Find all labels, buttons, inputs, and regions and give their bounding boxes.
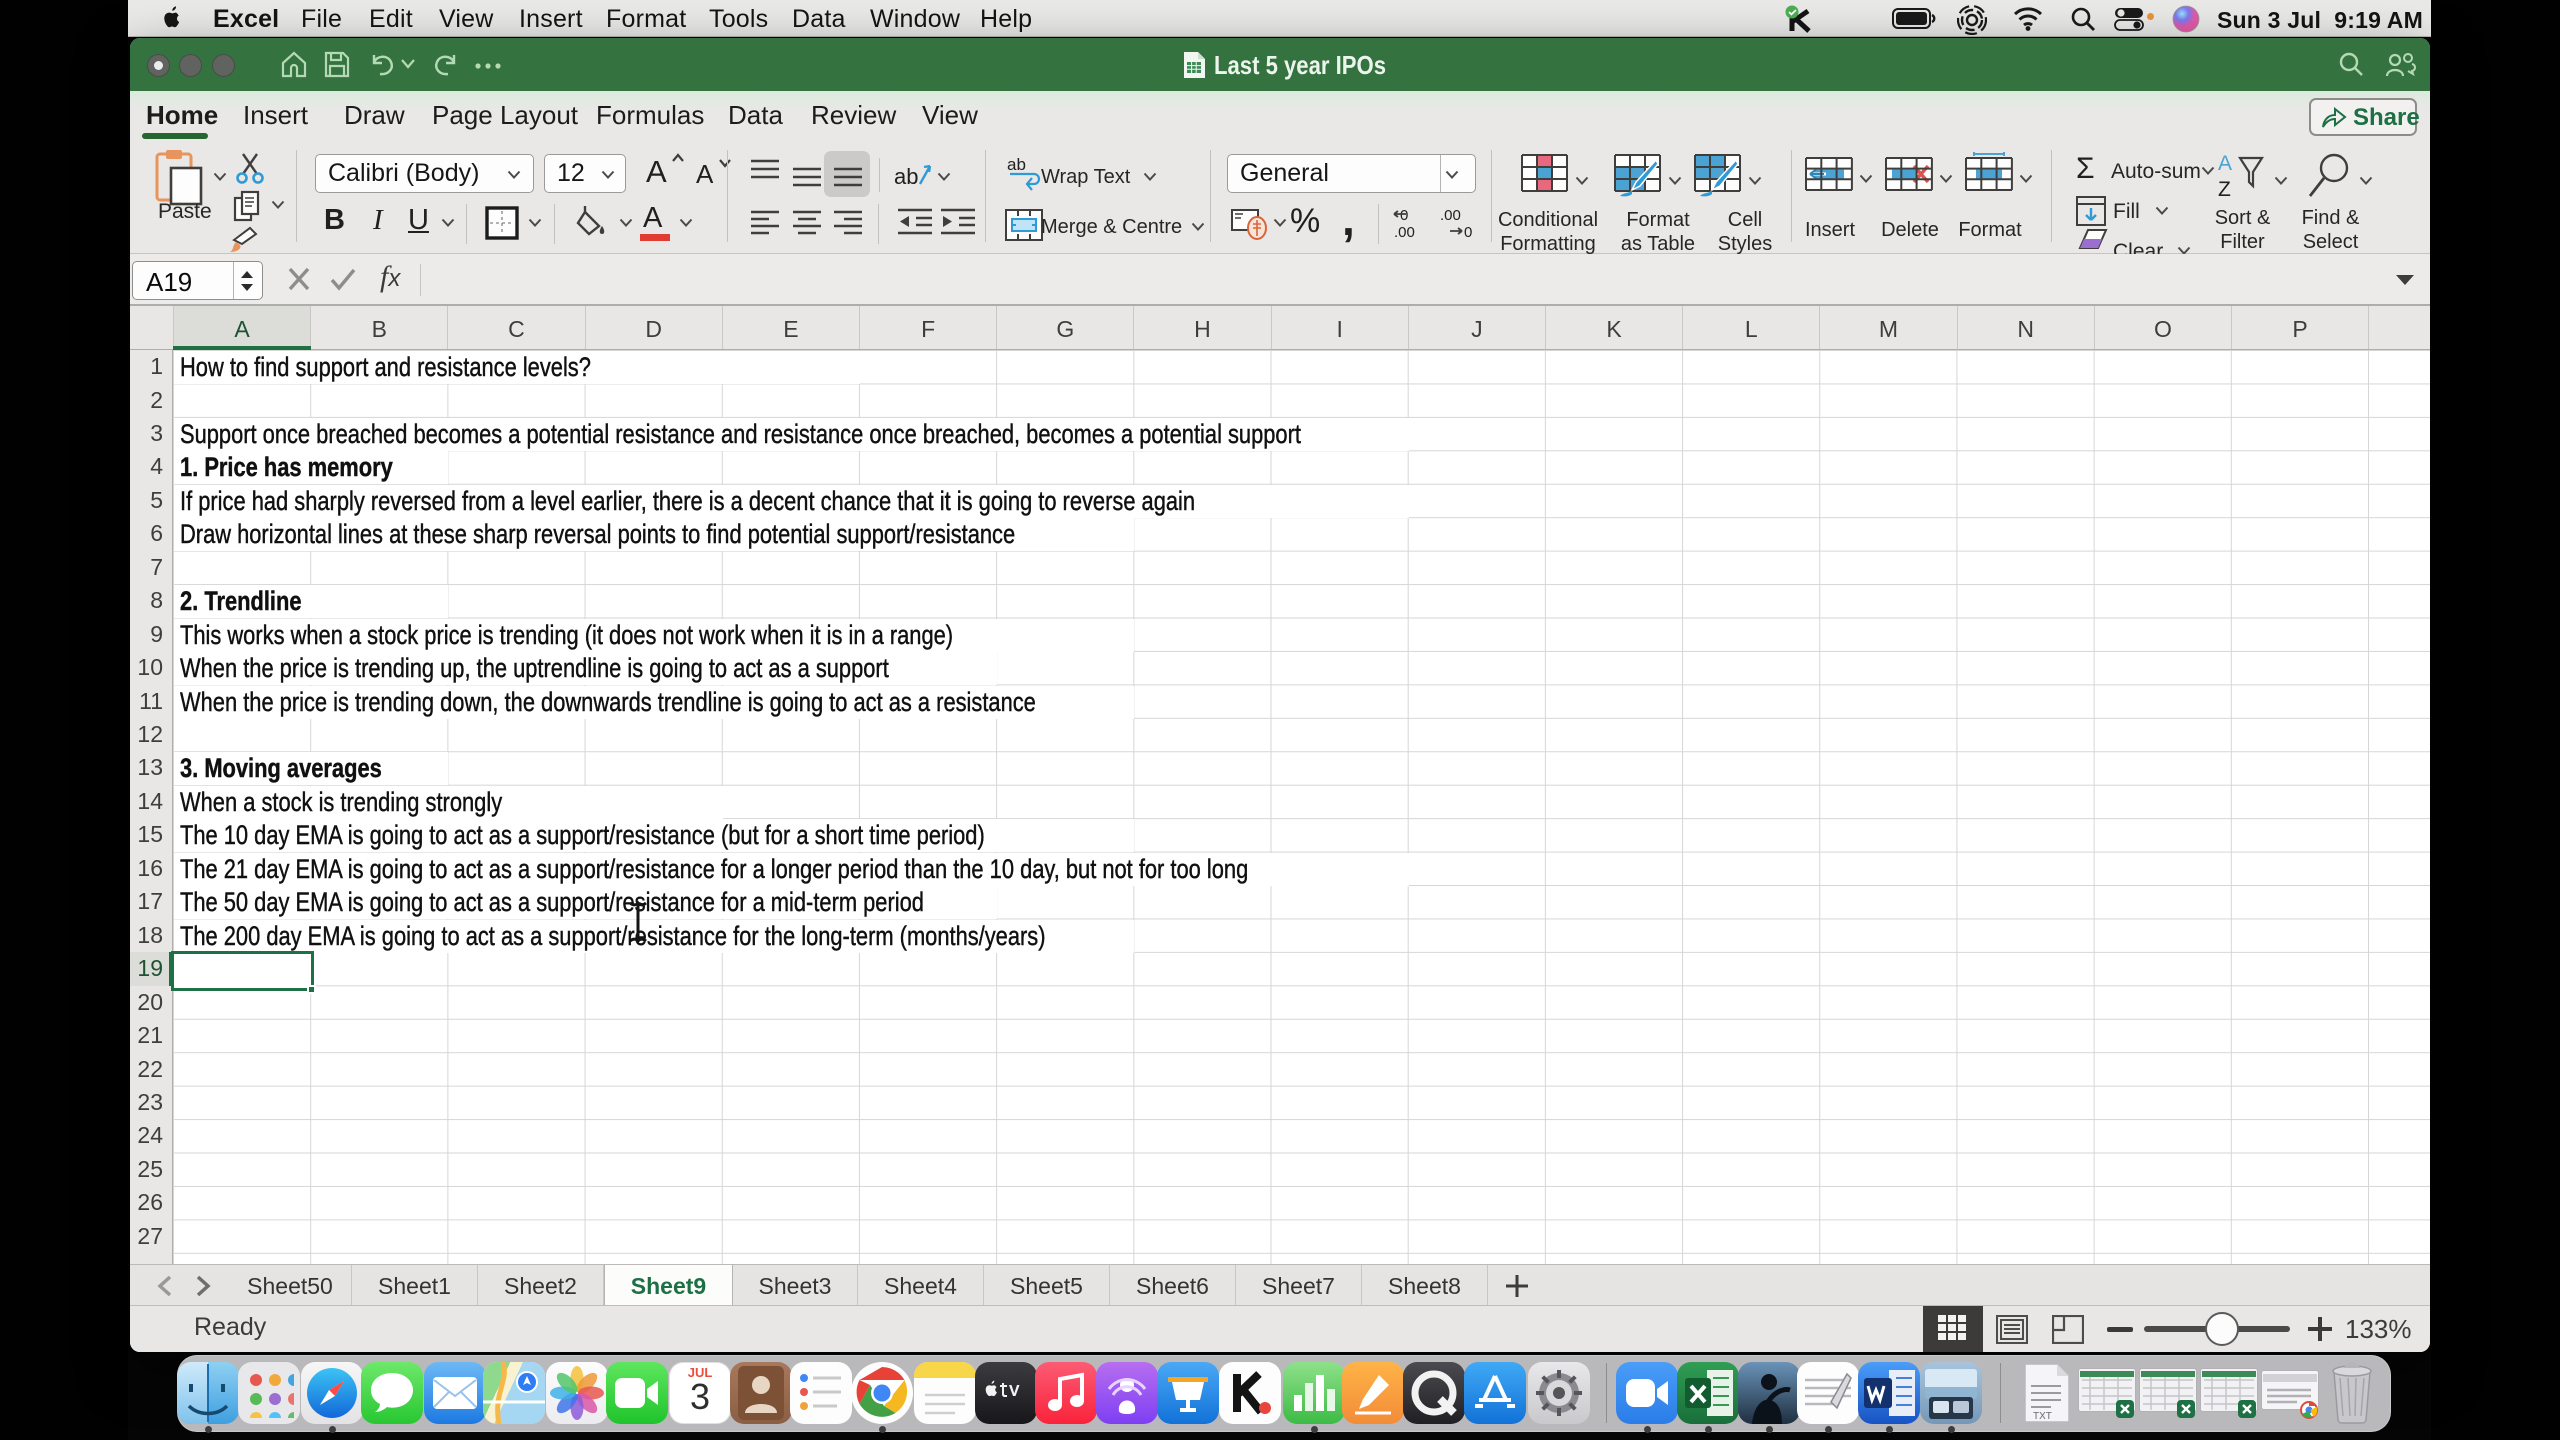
- svg-text:0: 0: [1464, 224, 1472, 241]
- svg-text:ab: ab: [894, 164, 918, 189]
- svg-text:TXT: TXT: [2033, 1411, 2052, 1422]
- svg-text:0: 0: [1400, 207, 1408, 224]
- svg-text:.00: .00: [1440, 207, 1461, 224]
- svg-text:A: A: [2218, 152, 2232, 175]
- svg-text:.00: .00: [1394, 224, 1415, 241]
- svg-text:Z: Z: [2218, 178, 2231, 201]
- svg-text:ab: ab: [1007, 156, 1026, 174]
